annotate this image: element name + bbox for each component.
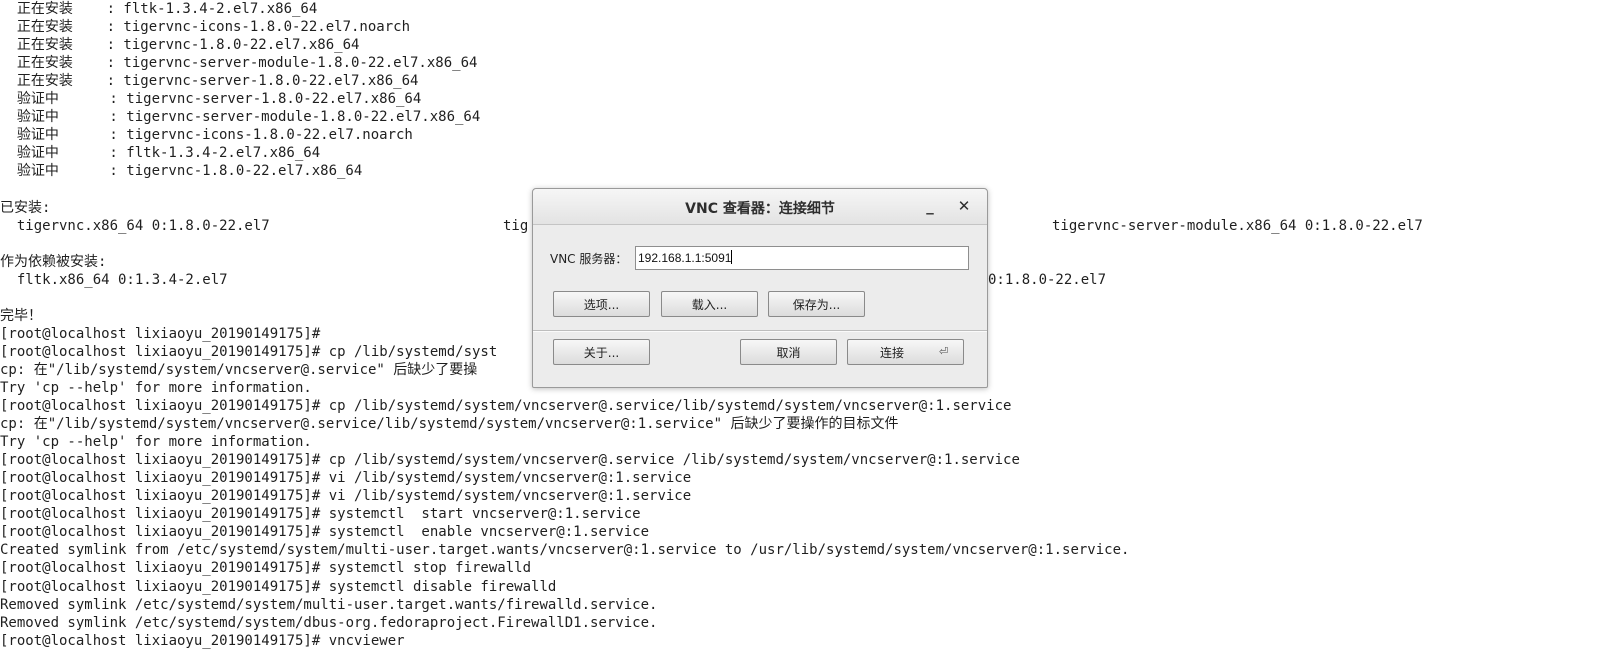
text-caret (731, 250, 733, 264)
terminal-line: 正在安装 : tigervnc-icons-1.8.0-22.el7.noarc… (0, 19, 411, 36)
terminal-line: 验证中 : tigervnc-server-1.8.0-22.el7.x86_6… (0, 91, 422, 108)
options-button[interactable]: 选项... (553, 291, 650, 317)
terminal-line: [root@localhost lixiaoyu_20190149175]# v… (0, 488, 692, 505)
terminal-line: 验证中 : fltk-1.3.4-2.el7.x86_64 (0, 145, 321, 162)
minimize-icon[interactable]: _ (921, 197, 939, 215)
terminal-line: [root@localhost lixiaoyu_20190149175]# s… (0, 578, 557, 595)
terminal-line: Removed symlink /etc/systemd/system/mult… (0, 596, 658, 613)
terminal-prompt-line: [root@localhost lixiaoyu_20190149175]# v… (0, 632, 405, 649)
connect-button-label: 连接 (880, 346, 905, 360)
vnc-connection-dialog: VNC 查看器：连接细节 _ ✕ VNC 服务器： 192.168.1.1:50… (532, 188, 988, 388)
dialog-titlebar[interactable]: VNC 查看器：连接细节 _ ✕ (533, 189, 987, 225)
terminal-line: 正在安装 : tigervnc-server-1.8.0-22.el7.x86_… (0, 73, 419, 90)
return-icon: ⏎ (939, 345, 949, 358)
installed-col-3: tigervnc-server-module.x86_64 0:1.8.0-22… (1052, 217, 1423, 234)
terminal-line: 正在安装 : tigervnc-1.8.0-22.el7.x86_64 (0, 37, 360, 54)
terminal-line: Try 'cp --help' for more information. (0, 434, 312, 451)
terminal-line: [root@localhost lixiaoyu_20190149175]# s… (0, 560, 532, 577)
dependency-col-1: fltk.x86_64 0:1.3.4-2.el7 (0, 271, 228, 288)
terminal-line: 验证中 : tigervnc-1.8.0-22.el7.x86_64 (0, 163, 363, 180)
terminal-line: [root@localhost lixiaoyu_20190149175]# c… (0, 452, 1020, 469)
terminal-line: [root@localhost lixiaoyu_20190149175]# c… (0, 398, 1012, 415)
terminal-line: 正在安装 : fltk-1.3.4-2.el7.x86_64 (0, 1, 318, 17)
terminal-line: Removed symlink /etc/systemd/system/dbus… (0, 614, 658, 631)
terminal-line: 验证中 : tigervnc-icons-1.8.0-22.el7.noarch (0, 127, 413, 144)
installed-col-1: tigervnc.x86_64 0:1.8.0-22.el7 (0, 217, 270, 234)
dialog-separator (533, 330, 987, 332)
installed-col-2: tig (503, 217, 529, 234)
cancel-button[interactable]: 取消 (740, 339, 837, 365)
save-as-button[interactable]: 保存为... (768, 291, 865, 317)
terminal-line: 验证中 : tigervnc-server-module-1.8.0-22.el… (0, 109, 481, 126)
terminal-line: Created symlink from /etc/systemd/system… (0, 542, 1130, 559)
dependency-col-3: 0:1.8.0-22.el7 (988, 271, 1107, 288)
terminal-line: [root@localhost lixiaoyu_20190149175]# s… (0, 524, 650, 541)
connect-button[interactable]: 连接 ⏎ (847, 339, 964, 365)
terminal-line: [root@localhost lixiaoyu_20190149175]# v… (0, 470, 692, 487)
about-button[interactable]: 关于... (553, 339, 650, 365)
vnc-server-value: 192.168.1.1:5091 (638, 251, 732, 265)
vnc-server-label: VNC 服务器： (550, 252, 628, 266)
close-icon[interactable]: ✕ (955, 197, 973, 215)
terminal-line: cp: 在"/lib/systemd/system/vncserver@.ser… (0, 416, 899, 433)
vnc-server-input[interactable]: 192.168.1.1:5091 (635, 246, 969, 270)
terminal-line: [root@localhost lixiaoyu_20190149175]# s… (0, 506, 641, 523)
dialog-title: VNC 查看器：连接细节 (685, 201, 835, 217)
load-button[interactable]: 载入... (661, 291, 758, 317)
terminal-line: 正在安装 : tigervnc-server-module-1.8.0-22.e… (0, 55, 478, 72)
